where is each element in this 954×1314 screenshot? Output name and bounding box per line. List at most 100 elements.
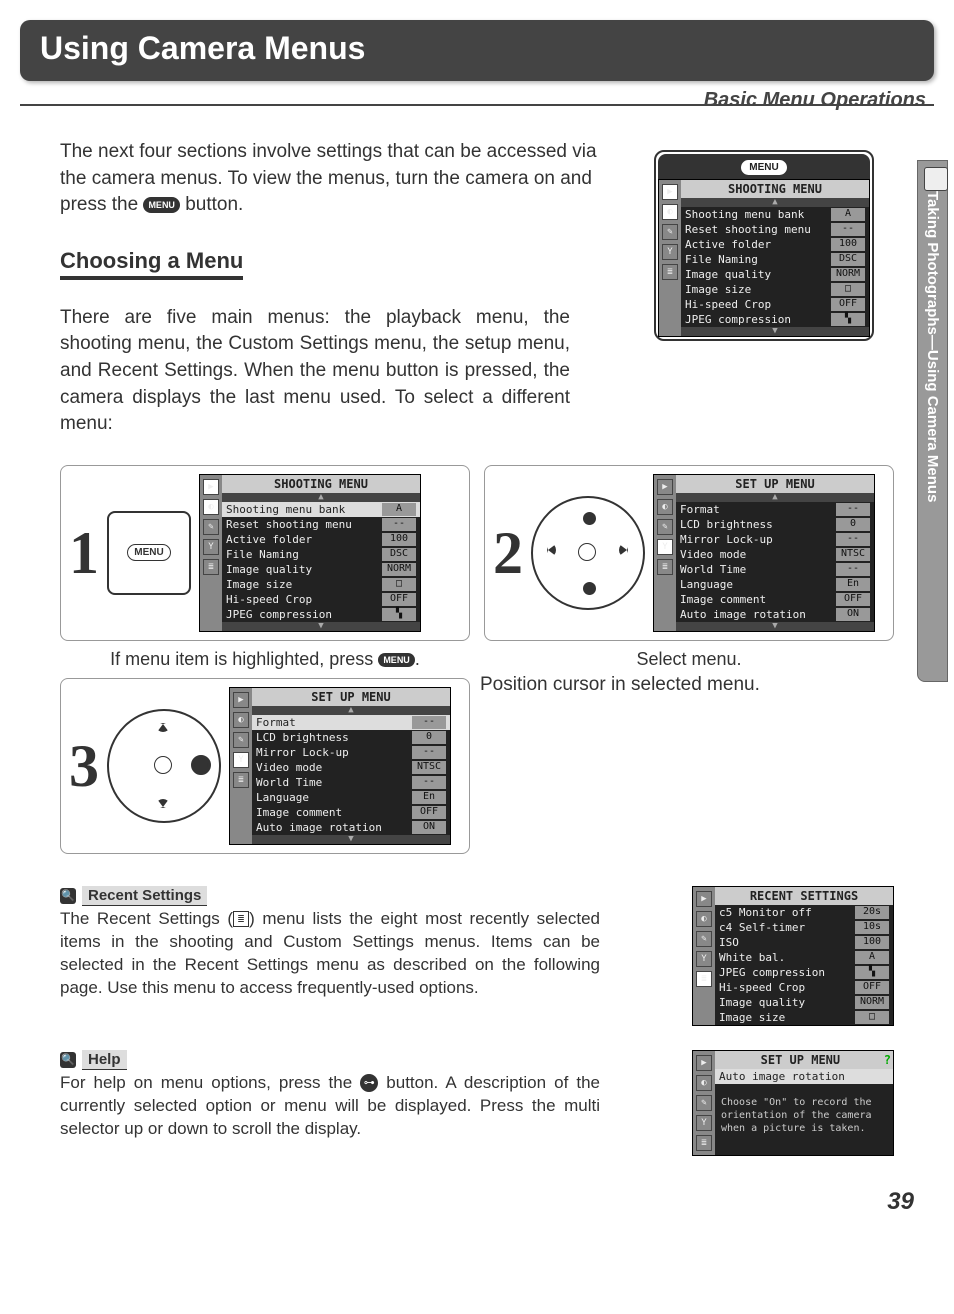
playback-icon: ▶: [696, 1055, 712, 1071]
menu-row: LanguageEn: [676, 577, 874, 592]
help-selected-item: Auto image rotation: [715, 1069, 893, 1084]
menu-row: Mirror Lock-up--: [676, 532, 874, 547]
camera-tab-icon: ◐: [233, 712, 249, 728]
pencil-icon: ✎: [657, 519, 673, 535]
lcd-tab-icons: ▶ ◐ ✎ Y ≣: [230, 688, 252, 844]
intro-lcd-header: MENU: [658, 154, 870, 179]
menu-row: JPEG compression▚: [681, 312, 869, 327]
menu-row: Active folder100: [681, 237, 869, 252]
menu-row: Format--: [676, 502, 874, 517]
step-2-caption: Select menu.: [484, 649, 894, 670]
menu-row: Video modeNTSC: [252, 760, 450, 775]
menu-row: Hi-speed CropOFF: [681, 297, 869, 312]
menu-row: JPEG compression▚: [715, 965, 893, 980]
pencil-icon: ✎: [233, 732, 249, 748]
menu-row: LCD brightness0: [676, 517, 874, 532]
menu-row: Hi-speed CropOFF: [222, 592, 420, 607]
scroll-up-icon: ▲: [681, 198, 869, 207]
magnifier-icon: 🔍: [60, 1052, 76, 1068]
menu-row: Auto image rotationON: [252, 820, 450, 835]
protect-button-icon: ⊶: [360, 1074, 378, 1092]
recent-icon: ≣: [662, 264, 678, 280]
menu-row: Image size□: [681, 282, 869, 297]
lcd-tab-icons: ▶ ◐ ✎ Y ≣: [654, 475, 676, 631]
choosing-heading: Choosing a Menu: [60, 248, 243, 280]
menu-row: Image qualityNORM: [681, 267, 869, 282]
menu-row: Image qualityNORM: [222, 562, 420, 577]
menu-row: LCD brightness0: [252, 730, 450, 745]
menu-row: Reset shooting menu--: [681, 222, 869, 237]
recent-settings-heading: 🔍 Recent Settings: [60, 886, 672, 906]
menu-row: Image size□: [715, 1010, 893, 1025]
pencil-icon: ✎: [696, 1095, 712, 1111]
pencil-icon: ✎: [203, 519, 219, 535]
wrench-icon: Y: [696, 951, 712, 967]
menu-row: White bal.A: [715, 950, 893, 965]
pencil-icon: ✎: [662, 224, 678, 240]
recent-settings-paragraph: The Recent Settings (≣) menu lists the e…: [60, 908, 600, 1000]
menu-row: JPEG compression▚: [222, 607, 420, 622]
help-heading: 🔍 Help: [60, 1050, 672, 1070]
wrench-icon: Y: [696, 1115, 712, 1131]
step-1: 1 MENU ▶ ◐ ✎ Y ≣: [60, 457, 470, 670]
wrench-icon: Y: [203, 539, 219, 555]
menu-row: Image qualityNORM: [715, 995, 893, 1010]
menu-button-icon: MENU: [143, 197, 180, 214]
page-title-bar: Using Camera Menus: [20, 20, 934, 81]
camera-tab-icon: ◐: [696, 911, 712, 927]
menu-row: World Time--: [676, 562, 874, 577]
playback-icon: ▶: [203, 479, 219, 495]
scroll-down-icon: ▼: [681, 327, 869, 336]
camera-tab-icon: ◐: [657, 499, 673, 515]
menu-row: c5 Monitor off20s: [715, 905, 893, 920]
menu-button-graphic: MENU: [127, 544, 170, 561]
lcd-tab-icons: ▶ ◐ ✎ Y ≣: [200, 475, 222, 631]
choosing-paragraph: There are five main menus: the playback …: [60, 305, 570, 438]
menu-row: Auto image rotationON: [676, 607, 874, 622]
recent-lcd: ▶ ◐ ✎ Y ≣ RECENT SETTINGS c5 Monitor off…: [692, 886, 894, 1026]
menu-row: c4 Self-timer10s: [715, 920, 893, 935]
playback-icon: ▶: [662, 184, 678, 200]
recent-icon: ≣: [696, 971, 712, 987]
menu-row: Image commentOFF: [676, 592, 874, 607]
lcd-tab-icons: ▶ ◐ ✎ Y ≣: [693, 1051, 715, 1155]
lcd-tab-icons: ▶ ◐ ✎ Y ≣: [659, 180, 681, 336]
help-paragraph: For help on menu options, press the ⊶ bu…: [60, 1072, 600, 1141]
menu-row: Image commentOFF: [252, 805, 450, 820]
multi-selector-graphic: [107, 709, 221, 823]
menu-row: Reset shooting menu--: [222, 517, 420, 532]
menu-row: Video modeNTSC: [676, 547, 874, 562]
playback-icon: ▶: [657, 479, 673, 495]
menu-row: Shooting menu bankA: [681, 207, 869, 222]
menu-pill-icon: MENU: [740, 159, 787, 176]
camera-icon: [924, 167, 948, 191]
lcd-tab-icons: ▶ ◐ ✎ Y ≣: [693, 887, 715, 1025]
intro-paragraph: The next four sections involve settings …: [60, 139, 600, 219]
step-number: 1: [69, 523, 99, 583]
menu-row: Image size□: [222, 577, 420, 592]
intro-lcd: MENU ▶ ◐ ✎ Y ≣ SHOOTING MENU ▲ Shooting …: [654, 150, 874, 341]
step-2: 2 ▶ ◐ ✎ Y ≣: [484, 457, 894, 670]
menu-row: Shooting menu bankA: [222, 502, 420, 517]
wrench-icon: Y: [657, 539, 673, 555]
page-title: Using Camera Menus: [40, 30, 914, 67]
help-description: Choose "On" to record the orientation of…: [715, 1084, 893, 1155]
menu-row: Format--: [252, 715, 450, 730]
multi-selector-graphic: [531, 496, 645, 610]
menu-row: LanguageEn: [252, 790, 450, 805]
camera-tab-icon: ◐: [662, 204, 678, 220]
page-number: 39: [0, 1188, 914, 1216]
menu-row: World Time--: [252, 775, 450, 790]
menu-row: Hi-speed CropOFF: [715, 980, 893, 995]
lcd-title: SHOOTING MENU: [681, 180, 869, 198]
wrench-icon: Y: [233, 752, 249, 768]
recent-icon: ≣: [233, 772, 249, 788]
playback-icon: ▶: [696, 891, 712, 907]
help-lcd: ▶ ◐ ✎ Y ≣ SET UP MENU ? Auto image rotat…: [692, 1050, 894, 1156]
menu-row: Active folder100: [222, 532, 420, 547]
recent-settings-icon: ≣: [233, 911, 249, 927]
camera-tab-icon: ◐: [696, 1075, 712, 1091]
recent-icon: ≣: [657, 559, 673, 575]
recent-icon: ≣: [203, 559, 219, 575]
step-number: 2: [493, 523, 523, 583]
